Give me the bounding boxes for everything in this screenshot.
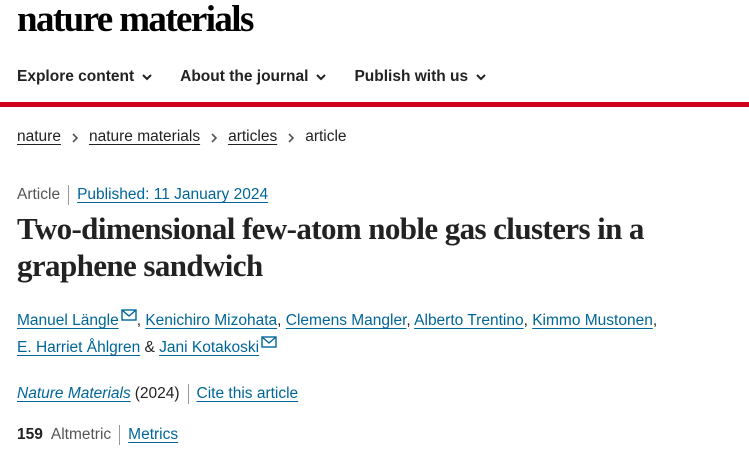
chevron-down-icon bbox=[140, 70, 154, 84]
chevron-right-icon bbox=[70, 131, 80, 143]
divider bbox=[68, 185, 70, 205]
author-link[interactable]: Kenichiro Mizohata bbox=[145, 312, 277, 329]
cite-this-article-link[interactable]: Cite this article bbox=[197, 385, 299, 403]
header-accent-bar bbox=[0, 102, 749, 107]
divider bbox=[187, 384, 189, 404]
metrics-link[interactable]: Metrics bbox=[128, 426, 178, 444]
chevron-right-icon bbox=[286, 131, 296, 143]
breadcrumb-link-nature[interactable]: nature bbox=[17, 128, 61, 146]
altmetric-label: Altmetric bbox=[50, 426, 112, 443]
article-title: Two-dimensional few-atom noble gas clust… bbox=[17, 211, 644, 283]
author-link[interactable]: Kimmo Mustonen bbox=[532, 312, 653, 329]
chevron-down-icon bbox=[314, 70, 328, 84]
mail-icon[interactable] bbox=[121, 309, 137, 321]
metrics-line: 159 Altmetric Metrics bbox=[17, 425, 178, 445]
citation-line: Nature Materials (2024) Cite this articl… bbox=[17, 384, 298, 404]
nav-explore-content[interactable]: Explore content bbox=[17, 68, 154, 86]
article-meta: Article Published: 11 January 2024 bbox=[17, 185, 268, 205]
author-link[interactable]: Alberto Trentino bbox=[414, 312, 523, 329]
publication-year: (2024) bbox=[134, 385, 180, 402]
author-link[interactable]: Jani Kotakoski bbox=[159, 339, 259, 356]
altmetric-count: 159 bbox=[17, 426, 43, 443]
divider bbox=[119, 425, 121, 445]
masthead: nature materials bbox=[17, 0, 254, 44]
nav-about-the-journal[interactable]: About the journal bbox=[180, 68, 328, 86]
nav-publish-with-us[interactable]: Publish with us bbox=[354, 68, 488, 86]
mail-icon[interactable] bbox=[261, 336, 277, 348]
nav-item-label: Explore content bbox=[17, 68, 135, 85]
main-nav: Explore content About the journal Publis… bbox=[17, 62, 514, 92]
nav-item-label: Publish with us bbox=[354, 68, 469, 85]
journal-link[interactable]: Nature Materials bbox=[17, 385, 131, 403]
breadcrumb-current: article bbox=[305, 128, 347, 145]
article-type: Article bbox=[17, 186, 61, 203]
author-link[interactable]: E. Harriet Åhlgren bbox=[17, 339, 140, 356]
author-list: Manuel Längle, Kenichiro Mizohata, Cleme… bbox=[17, 307, 747, 361]
breadcrumb-link-nature-materials[interactable]: nature materials bbox=[89, 128, 200, 146]
author-link[interactable]: Clemens Mangler bbox=[286, 312, 407, 329]
breadcrumb: nature nature materials articles article bbox=[17, 128, 347, 146]
nav-item-label: About the journal bbox=[180, 68, 309, 85]
chevron-down-icon bbox=[474, 70, 488, 84]
chevron-right-icon bbox=[209, 131, 219, 143]
published-date-link[interactable]: Published: 11 January 2024 bbox=[77, 186, 268, 204]
author-link[interactable]: Manuel Längle bbox=[17, 312, 119, 329]
site-logo[interactable]: nature materials bbox=[17, 0, 254, 40]
breadcrumb-link-articles[interactable]: articles bbox=[228, 128, 277, 146]
